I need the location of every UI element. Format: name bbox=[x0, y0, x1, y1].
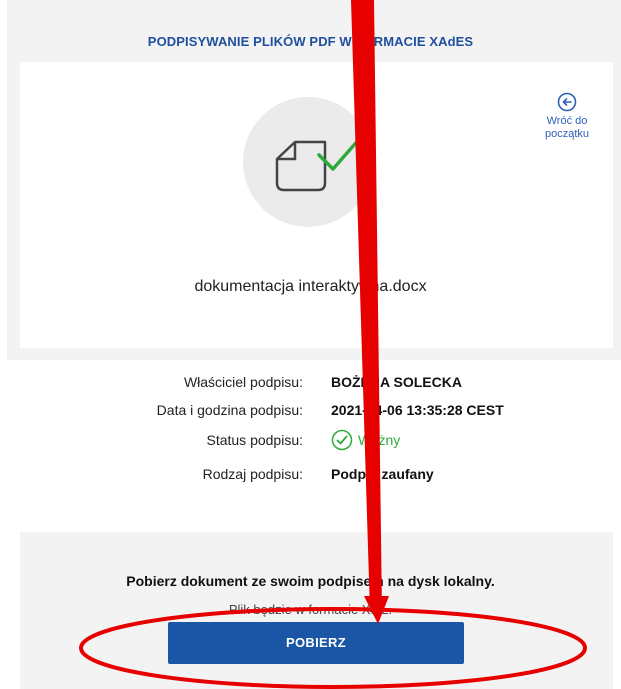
type-label: Rodzaj podpisu: bbox=[202, 466, 303, 482]
date-label: Data i godzina podpisu: bbox=[156, 402, 303, 418]
status-label: Status podpisu: bbox=[206, 432, 303, 448]
arrow-left-circle-icon bbox=[557, 92, 577, 112]
document-icon-circle bbox=[243, 97, 373, 227]
owner-value: BOŻENA SOLECKA bbox=[331, 374, 462, 390]
download-subtext: Plik będzie w formacie XML. bbox=[228, 602, 393, 617]
back-link-label: Wróć do początku bbox=[544, 115, 590, 140]
signed-document-icon bbox=[275, 135, 363, 192]
owner-label: Właściciel podpisu: bbox=[183, 374, 303, 390]
date-row: Data i godzina podpisu: 2021-04-06 13:35… bbox=[0, 398, 621, 422]
download-button[interactable]: POBIERZ bbox=[168, 622, 464, 664]
back-to-start-link[interactable]: Wróć do początku bbox=[534, 92, 600, 141]
download-heading: Pobierz dokument ze swoim podpisem na dy… bbox=[126, 573, 495, 589]
status-value: Ważny bbox=[331, 428, 400, 452]
owner-row: Właściciel podpisu: BOŻENA SOLECKA bbox=[0, 370, 621, 394]
type-value: Podpis zaufany bbox=[331, 466, 434, 482]
document-filename: dokumentacja interaktywna.docx bbox=[194, 278, 427, 295]
panel-title: PODPISYWANIE PLIKÓW PDF W FORMACIE XAdES bbox=[147, 34, 474, 49]
check-circle-icon bbox=[331, 429, 353, 451]
status-text: Ważny bbox=[358, 432, 401, 448]
type-row: Rodzaj podpisu: Podpis zaufany bbox=[0, 462, 621, 486]
status-row: Status podpisu: Ważny bbox=[0, 428, 621, 452]
date-value: 2021-04-06 13:35:28 CEST bbox=[331, 402, 504, 418]
